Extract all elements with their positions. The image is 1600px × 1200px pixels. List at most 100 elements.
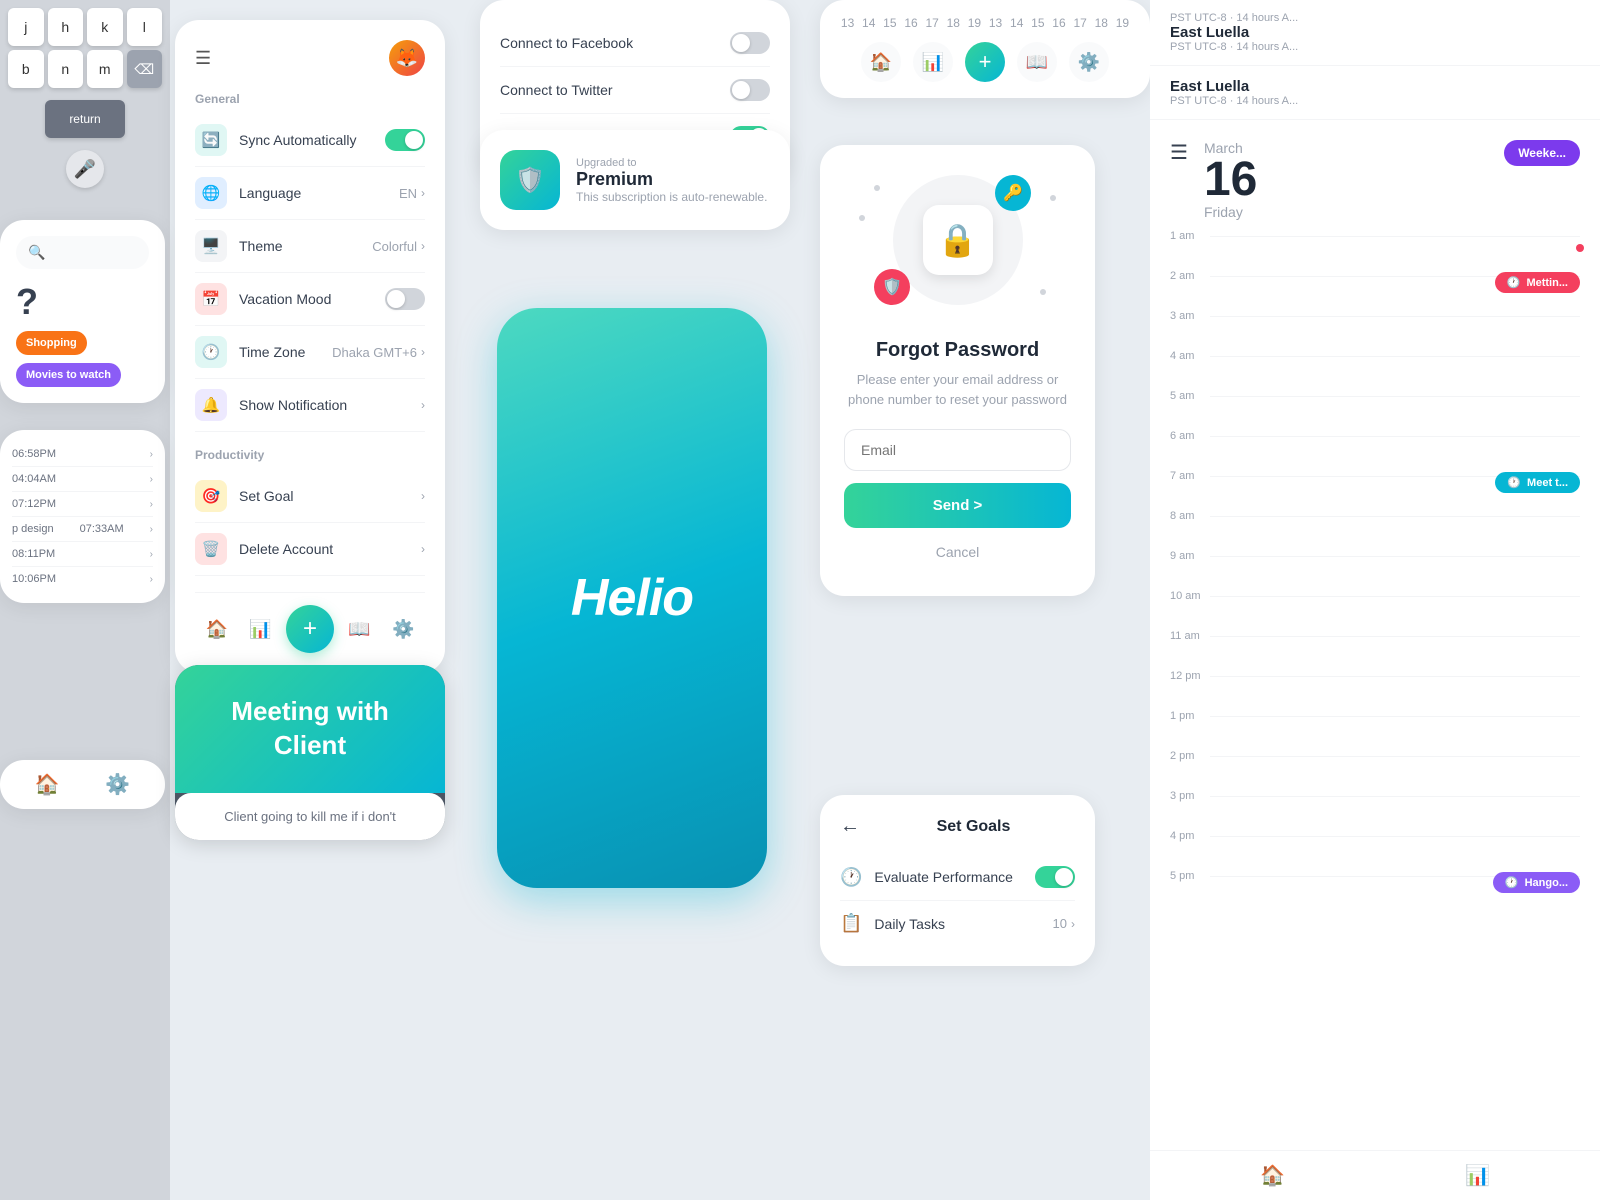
goal-item-tasks[interactable]: 📋 Daily Tasks 10 › [840, 901, 1075, 946]
return-key[interactable]: return [45, 100, 125, 138]
time-label: 9 am [1170, 548, 1210, 562]
pill-movies[interactable]: Movies to watch [16, 363, 121, 387]
home-icon[interactable]: 🏠 [35, 772, 60, 797]
chevron-icon: › [421, 542, 425, 556]
cal-date[interactable]: 18 [1094, 16, 1109, 30]
time-label: 8 am [1170, 508, 1210, 522]
time-label: 5 pm [1170, 868, 1210, 882]
facebook-toggle[interactable] [730, 32, 770, 54]
book-nav-icon[interactable]: 📖 [342, 611, 378, 647]
goal-label: Set Goal [239, 488, 421, 504]
toggle-knob [387, 290, 405, 308]
event-badge[interactable]: 🕐 Mettin... [1495, 272, 1580, 293]
event-badge[interactable]: 🕐 Hango... [1493, 872, 1580, 893]
social-item-twitter[interactable]: Connect to Twitter [500, 67, 770, 114]
add-cal-button[interactable]: + [965, 42, 1005, 82]
book-cal-icon[interactable]: 📖 [1017, 42, 1057, 82]
week-badge[interactable]: Weeke... [1504, 140, 1580, 166]
cal-date[interactable]: 16 [903, 16, 918, 30]
send-button[interactable]: Send > [844, 483, 1071, 528]
cancel-button[interactable]: Cancel [844, 538, 1071, 566]
goal-item-performance[interactable]: 🕐 Evaluate Performance [840, 854, 1075, 901]
time-row-4am: 4 am [1150, 348, 1600, 388]
goals-header: ← Set Goals [840, 815, 1075, 838]
premium-title: Premium [576, 169, 767, 190]
back-button[interactable]: ← [840, 815, 860, 838]
time-line [1210, 796, 1580, 797]
meeting-card: Meeting with Client Client going to kill… [175, 665, 445, 840]
chart-cal-icon[interactable]: 📊 [913, 42, 953, 82]
gear-icon[interactable]: ⚙️ [105, 772, 130, 797]
activity-item: 08:11PM › [12, 542, 153, 567]
time-label: 1 pm [1170, 708, 1210, 722]
vacation-toggle[interactable] [385, 288, 425, 310]
cal-date[interactable]: 15 [882, 16, 897, 30]
key-j[interactable]: j [8, 8, 44, 46]
right-header: ☰ March 16 Friday Weeke... [1150, 120, 1600, 228]
time-line [1210, 556, 1580, 557]
productivity-section-label: Productivity [195, 448, 425, 462]
calendar-dates: 13 14 15 16 17 18 19 13 14 15 16 17 18 1… [840, 16, 1130, 30]
fab-button[interactable]: + [286, 605, 334, 653]
cal-date[interactable]: 13 [988, 16, 1003, 30]
sync-toggle[interactable] [385, 129, 425, 151]
key-h[interactable]: h [48, 8, 84, 46]
key-b[interactable]: b [8, 50, 44, 88]
key-l[interactable]: l [127, 8, 163, 46]
time-label: 7 am [1170, 468, 1210, 482]
home-nav-icon[interactable]: 🏠 [1260, 1163, 1285, 1188]
gear-cal-icon[interactable]: ⚙️ [1069, 42, 1109, 82]
timezone-label: Time Zone [239, 344, 332, 360]
time-row-2am: 2 am 🕐 Mettin... [1150, 268, 1600, 308]
hamburger-icon[interactable]: ☰ [195, 48, 211, 69]
delete-key[interactable]: ⌫ [127, 50, 163, 88]
mic-key[interactable]: 🎤 [66, 150, 104, 188]
gear-nav-icon[interactable]: ⚙️ [385, 611, 421, 647]
time-row-11am: 11 am [1150, 628, 1600, 668]
settings-item-timezone[interactable]: 🕐 Time Zone Dhaka GMT+6 › [195, 326, 425, 379]
pill-shopping[interactable]: Shopping [16, 331, 87, 355]
cal-date[interactable]: 17 [1073, 16, 1088, 30]
home-cal-icon[interactable]: 🏠 [861, 42, 901, 82]
settings-item-sync[interactable]: 🔄 Sync Automatically [195, 114, 425, 167]
time-line [1210, 396, 1580, 397]
settings-item-vacation[interactable]: 📅 Vacation Mood [195, 273, 425, 326]
settings-item-language[interactable]: 🌐 Language EN › [195, 167, 425, 220]
email-input[interactable] [844, 429, 1071, 471]
key-m[interactable]: m [87, 50, 123, 88]
settings-item-delete[interactable]: 🗑️ Delete Account › [195, 523, 425, 576]
hamburger-icon[interactable]: ☰ [1170, 140, 1188, 165]
settings-item-goal[interactable]: 🎯 Set Goal › [195, 470, 425, 523]
performance-toggle[interactable] [1035, 866, 1075, 888]
time-label: 5 am [1170, 388, 1210, 402]
cal-date[interactable]: 13 [840, 16, 855, 30]
social-item-facebook[interactable]: Connect to Facebook [500, 20, 770, 67]
cal-date[interactable]: 19 [967, 16, 982, 30]
settings-item-theme[interactable]: 🖥️ Theme Colorful › [195, 220, 425, 273]
settings-item-notification[interactable]: 🔔 Show Notification › [195, 379, 425, 432]
time-row-2pm: 2 pm [1150, 748, 1600, 788]
time-label: 4 am [1170, 348, 1210, 362]
key-n[interactable]: n [48, 50, 84, 88]
twitter-toggle[interactable] [730, 79, 770, 101]
home-nav-icon[interactable]: 🏠 [199, 611, 235, 647]
chart-nav-icon[interactable]: 📊 [1465, 1163, 1490, 1188]
time-row-10am: 10 am [1150, 588, 1600, 628]
pill-row: Shopping Movies to watch [16, 331, 149, 387]
chart-nav-icon[interactable]: 📊 [242, 611, 278, 647]
cal-date[interactable]: 14 [1009, 16, 1024, 30]
cal-date[interactable]: 16 [1051, 16, 1066, 30]
tasks-value: 10 [1053, 916, 1067, 931]
cal-date[interactable]: 15 [1030, 16, 1045, 30]
cal-date[interactable]: 18 [946, 16, 961, 30]
event-badge[interactable]: 🕐 Meet t... [1495, 472, 1580, 493]
cal-date[interactable]: 19 [1115, 16, 1130, 30]
calendar-actions: 🏠 📊 + 📖 ⚙️ [840, 42, 1130, 82]
calendar-strip: 13 14 15 16 17 18 19 13 14 15 16 17 18 1… [820, 0, 1150, 98]
cal-date[interactable]: 14 [861, 16, 876, 30]
key-k[interactable]: k [87, 8, 123, 46]
activity-item: 06:58PM › [12, 442, 153, 467]
search-bar[interactable]: 🔍 [16, 236, 149, 269]
performance-icon: 🕐 [840, 867, 862, 888]
cal-date[interactable]: 17 [925, 16, 940, 30]
